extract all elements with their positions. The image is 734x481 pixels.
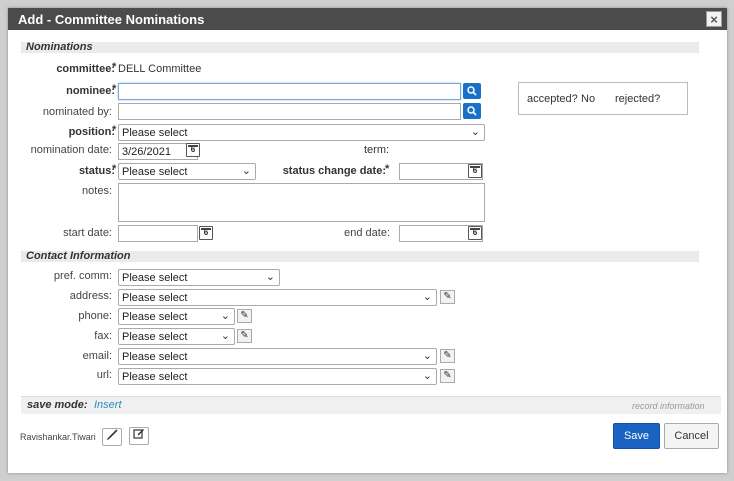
position-select-value: Please select — [122, 127, 188, 139]
chevron-down-icon: ⌄ — [220, 310, 230, 322]
edit-address-pencil-icon[interactable]: ✎ — [440, 290, 455, 304]
required-mark: * — [112, 163, 117, 175]
save-mode-label: save mode: — [27, 399, 88, 411]
status-label: status: — [78, 165, 115, 177]
position-label: position: — [68, 126, 115, 138]
required-mark: * — [112, 61, 117, 73]
search-icon[interactable] — [463, 83, 481, 99]
save-mode-value: Insert — [94, 399, 122, 411]
brush-icon[interactable] — [102, 428, 122, 446]
notes-textarea[interactable] — [118, 183, 485, 222]
titlebar: Add - Committee Nominations × — [8, 8, 727, 30]
chevron-down-icon: ⌄ — [220, 330, 230, 342]
fax-select[interactable]: Please select ⌄ — [118, 328, 235, 345]
phone-value: Please select — [122, 311, 188, 323]
chevron-down-icon: ⌄ — [241, 165, 251, 177]
calendar-icon[interactable]: 6 — [199, 226, 213, 240]
pref-comm-value: Please select — [122, 272, 188, 284]
accepted-value: No — [581, 93, 596, 105]
save-button[interactable]: Save — [613, 423, 660, 449]
address-label: address: — [69, 290, 112, 302]
start-date-label: start date: — [63, 227, 112, 239]
user-name: Ravishankar.Tiwari — [20, 432, 96, 442]
pref-comm-select[interactable]: Please select ⌄ — [118, 269, 280, 286]
section-contact-information: Contact Information — [21, 251, 699, 262]
edit-phone-pencil-icon[interactable]: ✎ — [237, 309, 252, 323]
address-select[interactable]: Please select ⌄ — [118, 289, 437, 306]
required-mark: * — [112, 124, 117, 136]
chevron-down-icon: ⌄ — [265, 271, 275, 283]
edit-fax-pencil-icon[interactable]: ✎ — [237, 329, 252, 343]
search-icon[interactable] — [463, 103, 481, 119]
save-mode-bar: save mode: Insert record information — [21, 396, 721, 414]
dialog-title: Add - Committee Nominations — [18, 12, 205, 27]
phone-label: phone: — [78, 310, 112, 322]
url-select[interactable]: Please select ⌄ — [118, 368, 437, 385]
pref-comm-label: pref. comm: — [53, 270, 112, 282]
calendar-icon[interactable]: 6 — [468, 164, 482, 178]
fax-value: Please select — [122, 331, 188, 343]
status-select[interactable]: Please select ⌄ — [118, 163, 256, 180]
chevron-down-icon: ⌄ — [422, 291, 432, 303]
nominee-input[interactable] — [118, 83, 461, 100]
url-label: url: — [96, 369, 112, 381]
phone-select[interactable]: Please select ⌄ — [118, 308, 235, 325]
email-label: email: — [82, 350, 112, 362]
nominated-by-label: nominated by: — [42, 106, 112, 118]
edit-email-pencil-icon[interactable]: ✎ — [440, 349, 455, 363]
url-value: Please select — [122, 371, 188, 383]
record-information-link[interactable]: record information — [632, 401, 705, 411]
committee-value: DELL Committee — [118, 63, 202, 75]
address-value: Please select — [122, 292, 188, 304]
edit-url-pencil-icon[interactable]: ✎ — [440, 369, 455, 383]
position-select[interactable]: Please select ⌄ — [118, 124, 485, 141]
notes-label: notes: — [82, 185, 112, 197]
status-change-date-label: status change date: — [282, 165, 386, 177]
nominated-by-input[interactable] — [118, 103, 461, 120]
acceptance-box: accepted? No rejected? — [518, 82, 688, 115]
accepted-label: accepted? — [527, 93, 578, 105]
dialog: Add - Committee Nominations × Nomination… — [8, 8, 727, 473]
start-date-input[interactable] — [118, 225, 198, 242]
section-nominations: Nominations — [21, 42, 699, 53]
required-mark: * — [385, 163, 390, 175]
email-select[interactable]: Please select ⌄ — [118, 348, 437, 365]
email-value: Please select — [122, 351, 188, 363]
term-label: term: — [364, 144, 390, 156]
fax-label: fax: — [94, 330, 112, 342]
status-select-value: Please select — [122, 166, 188, 178]
end-date-label: end date: — [344, 227, 390, 239]
edit-note-icon[interactable] — [129, 427, 149, 445]
calendar-icon[interactable]: 6 — [468, 226, 482, 240]
cancel-button[interactable]: Cancel — [664, 423, 719, 449]
close-icon[interactable]: × — [706, 11, 722, 27]
calendar-icon[interactable]: 6 — [186, 143, 200, 157]
required-mark: * — [112, 83, 117, 95]
chevron-down-icon: ⌄ — [422, 370, 432, 382]
chevron-down-icon: ⌄ — [422, 350, 432, 362]
nomination-date-label: nomination date: — [30, 144, 112, 156]
chevron-down-icon: ⌄ — [470, 126, 480, 138]
committee-label: committee: — [56, 63, 115, 75]
nominee-label: nominee: — [66, 85, 115, 97]
rejected-label: rejected? — [615, 93, 661, 105]
